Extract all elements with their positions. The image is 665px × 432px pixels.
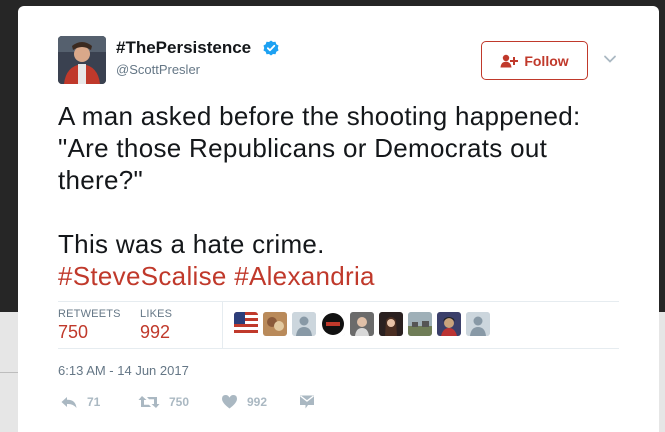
liker-avatar[interactable] xyxy=(437,312,461,336)
retweets-label: RETWEETS xyxy=(58,308,121,320)
tweet-line: there?" xyxy=(58,165,144,195)
tweet-line: This was a hate crime. xyxy=(58,229,325,259)
hashtag-link[interactable]: #SteveScalise xyxy=(58,261,227,291)
likes-count[interactable]: 992 xyxy=(140,322,170,343)
liker-avatar[interactable] xyxy=(263,312,287,336)
liker-avatar[interactable] xyxy=(350,312,374,336)
retweet-icon xyxy=(138,396,160,408)
hashtag-link[interactable]: #Alexandria xyxy=(234,261,375,291)
liker-avatar[interactable] xyxy=(408,312,432,336)
liker-avatar[interactable] xyxy=(466,312,490,336)
likes-label: LIKES xyxy=(140,308,173,320)
follow-button[interactable]: Follow xyxy=(481,41,588,80)
like-button[interactable]: 992 xyxy=(221,394,267,409)
user-handle[interactable]: @ScottPresler xyxy=(116,62,200,77)
direct-message-button[interactable] xyxy=(299,394,315,410)
tweet-line: A man asked before the shooting happened… xyxy=(58,101,581,131)
tweet-card: #ThePersistence @ScottPresler Follow A m… xyxy=(18,6,659,432)
divider xyxy=(58,348,619,349)
tweet-timestamp[interactable]: 6:13 AM - 14 Jun 2017 xyxy=(58,363,189,378)
reply-icon xyxy=(61,397,77,408)
heart-icon xyxy=(222,395,237,409)
background-panel-left xyxy=(0,312,18,432)
retweets-count[interactable]: 750 xyxy=(58,322,88,343)
liker-avatar[interactable] xyxy=(292,312,316,336)
divider xyxy=(222,302,223,348)
hashtag-line: #SteveScalise #Alexandria xyxy=(58,260,638,292)
display-name[interactable]: #ThePersistence xyxy=(116,38,251,58)
tweet-text: A man asked before the shooting happened… xyxy=(58,100,638,292)
divider xyxy=(58,301,619,302)
liker-avatar[interactable] xyxy=(234,312,258,336)
background-panel-right xyxy=(659,312,665,432)
reply-button[interactable]: 71 xyxy=(60,394,100,410)
direct-message-icon xyxy=(300,395,314,409)
retweet-count: 750 xyxy=(169,395,190,409)
liker-avatar[interactable] xyxy=(379,312,403,336)
follow-person-icon xyxy=(500,54,519,67)
retweet-button[interactable]: 750 xyxy=(138,394,189,410)
like-count: 992 xyxy=(247,394,268,409)
avatar[interactable] xyxy=(58,36,106,84)
liker-avatar[interactable] xyxy=(321,312,345,336)
likers-avatars xyxy=(234,312,490,336)
chevron-down-icon[interactable] xyxy=(603,54,617,64)
follow-label: Follow xyxy=(524,52,569,69)
verified-badge-icon xyxy=(263,40,279,56)
tweet-line: "Are those Republicans or Democrats out xyxy=(58,133,548,163)
reply-count: 71 xyxy=(87,395,101,409)
